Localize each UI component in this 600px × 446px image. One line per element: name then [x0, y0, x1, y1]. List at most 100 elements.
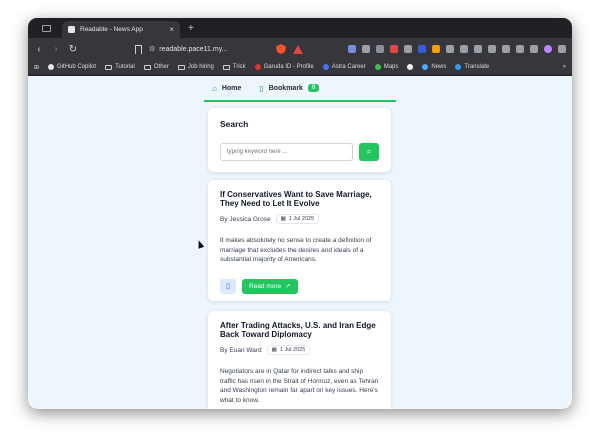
- browser-window: Readable - News App × + ‹ › ↻ ⚙ readable…: [28, 18, 572, 409]
- article-byline: By Euan Ward ▦ 1 Jul 2025: [220, 345, 379, 355]
- bookmark-label: Tutorial: [115, 64, 135, 70]
- bookmark-count-badge: 0: [307, 84, 320, 92]
- extension-icon[interactable]: [348, 45, 356, 53]
- profile-icon[interactable]: [544, 45, 552, 53]
- bookmark-icon: ▯: [259, 83, 264, 93]
- article-date-text: 1 Jul 2025: [279, 347, 306, 353]
- favicon-icon: [68, 26, 75, 33]
- bookmark-item[interactable]: Astra Career: [322, 64, 366, 70]
- article-author: By Jessica Grose: [220, 215, 271, 223]
- bookmark-item[interactable]: Trick: [222, 64, 246, 70]
- search-row: ⌕: [220, 143, 379, 161]
- github-icon: [48, 64, 55, 70]
- bookmark-item[interactable]: [407, 64, 414, 70]
- sidebar-icon: [41, 24, 51, 32]
- search-heading: Search: [220, 119, 249, 129]
- brave-rewards-icon[interactable]: [293, 44, 303, 54]
- read-more-button[interactable]: Read more ↗: [242, 278, 298, 294]
- extension-icon[interactable]: [362, 45, 370, 53]
- music-icon[interactable]: [474, 45, 482, 53]
- reload-icon[interactable]: ↻: [68, 44, 78, 55]
- reading-list-icon[interactable]: [488, 45, 496, 53]
- bookmark-item[interactable]: Job hiring: [177, 64, 214, 70]
- extension-icon[interactable]: [404, 45, 412, 53]
- bookmark-item[interactable]: Translate: [455, 64, 489, 70]
- nav-home-label: Home: [221, 84, 242, 92]
- forward-icon[interactable]: ›: [51, 44, 61, 55]
- app-page: ⌂ Home ▯ Bookmark 0 Search ⌕ If Conserva…: [28, 76, 572, 409]
- nav-home[interactable]: ⌂ Home: [212, 84, 241, 93]
- vpn-icon[interactable]: [530, 45, 538, 53]
- article-date: ▦ 1 Jul 2025: [266, 345, 311, 355]
- bookmark-label: Job hiring: [187, 64, 214, 70]
- extension-icon[interactable]: [460, 45, 468, 53]
- article-card: If Conservatives Want to Save Marriage, …: [208, 180, 391, 301]
- puzzle-icon[interactable]: [446, 45, 454, 53]
- search-input[interactable]: [220, 143, 353, 161]
- bookmark-label: Astra Career: [331, 64, 366, 70]
- article-byline: By Jessica Grose ▦ 1 Jul 2025: [220, 214, 379, 224]
- back-icon[interactable]: ‹: [34, 44, 44, 55]
- settings-icon[interactable]: [516, 45, 524, 53]
- search-button[interactable]: ⌕: [359, 143, 379, 161]
- bookmark-label: GitHub Copilot: [57, 64, 97, 70]
- astra-icon: [322, 64, 329, 70]
- read-more-label: Read more: [249, 282, 282, 290]
- bookmark-label: News: [431, 64, 447, 70]
- search-card: Search ⌕: [208, 108, 391, 172]
- more-bookmarks-icon[interactable]: »: [563, 64, 566, 70]
- apps-grid-icon[interactable]: ⊞: [34, 64, 39, 71]
- article-author: By Euan Ward: [220, 346, 262, 354]
- tab-strip: Readable - News App × +: [28, 18, 572, 38]
- extension-icon[interactable]: [376, 45, 384, 53]
- app-nav: ⌂ Home ▯ Bookmark 0: [204, 76, 396, 102]
- bookmark-item[interactable]: Tutorial: [105, 64, 135, 70]
- home-icon: ⌂: [212, 83, 217, 93]
- site-info-icon[interactable]: ⚙: [149, 45, 155, 53]
- extension-icon[interactable]: [432, 45, 440, 53]
- wallet-icon[interactable]: [502, 45, 510, 53]
- article-title[interactable]: After Trading Attacks, U.S. and Iran Edg…: [220, 321, 379, 339]
- bookmark-label: Translate: [464, 64, 490, 70]
- article-card: After Trading Attacks, U.S. and Iran Edg…: [208, 311, 391, 409]
- bookmark-icon: ▯: [226, 283, 230, 290]
- tab-close-icon[interactable]: ×: [169, 25, 174, 34]
- bookmark-item[interactable]: News: [422, 64, 446, 70]
- maps-icon: [374, 64, 381, 70]
- bookmark-item[interactable]: Other: [143, 64, 169, 70]
- extension-icon[interactable]: [390, 45, 398, 53]
- article-date: ▦ 1 Jul 2025: [275, 214, 320, 224]
- bookmark-label: Trick: [232, 64, 246, 70]
- menu-icon[interactable]: [558, 45, 566, 53]
- search-icon: ⌕: [366, 147, 372, 156]
- article-title[interactable]: If Conservatives Want to Save Marriage, …: [220, 190, 379, 208]
- calendar-icon: ▦: [280, 216, 286, 222]
- extension-icon[interactable]: [418, 45, 426, 53]
- mouse-cursor-icon: [195, 239, 205, 249]
- new-tab-button[interactable]: +: [188, 23, 194, 34]
- nav-bookmark[interactable]: ▯ Bookmark 0: [259, 83, 320, 93]
- bookmark-item[interactable]: Garuda ID - Profile: [254, 64, 314, 70]
- bookmark-item[interactable]: GitHub Copilot: [48, 64, 96, 70]
- bookmark-page-icon[interactable]: [135, 44, 142, 54]
- article-date-text: 1 Jul 2025: [288, 216, 315, 222]
- browser-tab[interactable]: Readable - News App ×: [62, 21, 180, 38]
- article-actions: ▯ Read more ↗: [220, 278, 379, 294]
- calendar-icon: ▦: [271, 347, 277, 353]
- address-bar[interactable]: ⚙ readable.pace11.my...: [149, 45, 269, 54]
- external-link-icon: ↗: [285, 283, 291, 290]
- extensions-bar: [348, 45, 566, 53]
- article-excerpt: It makes absolutely no sense to create a…: [220, 237, 372, 263]
- tab-title: Readable - News App: [80, 26, 143, 33]
- brave-shields-icon[interactable]: [276, 44, 286, 54]
- folder-icon: [222, 64, 230, 70]
- article-excerpt: Negotiators are in Qatar for indirect ta…: [220, 368, 379, 404]
- bookmark-article-button[interactable]: ▯: [220, 278, 236, 294]
- bookmark-item[interactable]: Maps: [374, 64, 399, 70]
- bookmark-label: Maps: [383, 64, 399, 70]
- garuda-icon: [254, 64, 261, 70]
- bookmarks-bar: ⊞ GitHub Copilot Tutorial Other Job hiri…: [28, 60, 572, 75]
- google-icon: [407, 64, 414, 70]
- folder-icon: [177, 64, 185, 70]
- sidebar-toggle-button[interactable]: [32, 21, 60, 35]
